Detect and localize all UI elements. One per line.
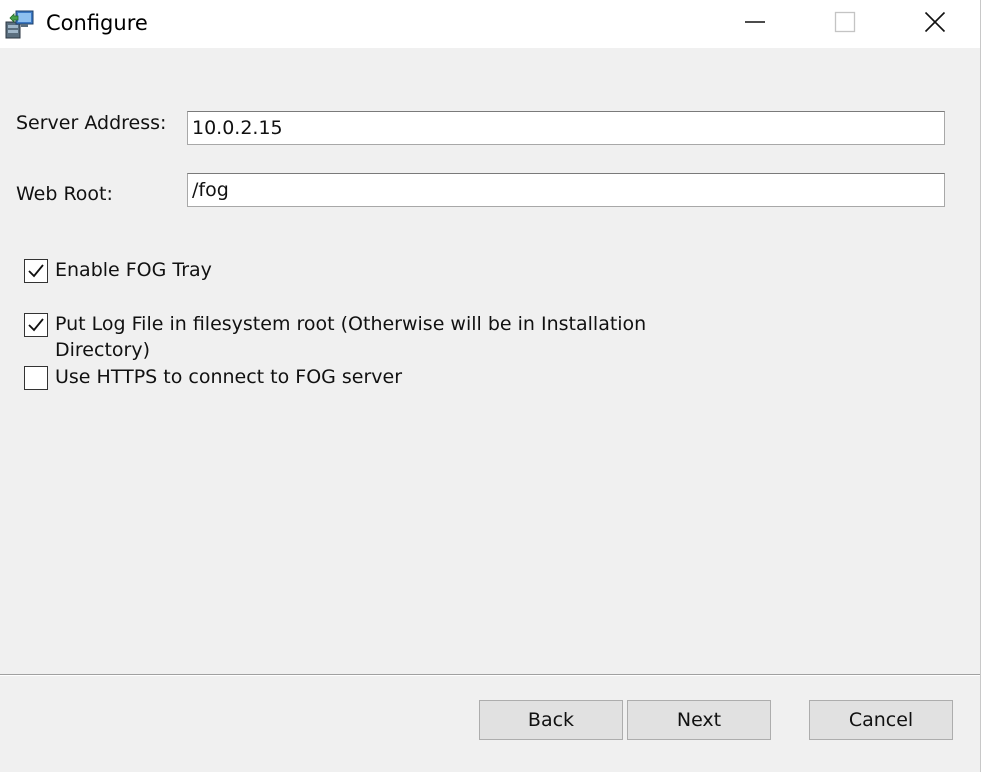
title-bar[interactable]: Configure <box>0 0 980 48</box>
use-https-checkbox[interactable] <box>24 366 48 390</box>
use-https-label: Use HTTPS to connect to FOG server <box>55 366 403 388</box>
checkmark-icon <box>28 264 44 278</box>
minimize-icon <box>744 11 766 37</box>
server-address-label: Server Address: <box>16 112 167 134</box>
desktop-background <box>980 0 987 772</box>
installer-app-icon <box>4 8 36 40</box>
configure-window: Configure Server Address: Web Root: <box>0 0 980 772</box>
enable-fog-tray-label: Enable FOG Tray <box>55 259 212 281</box>
log-file-root-label: Put Log File in filesystem root (Otherwi… <box>55 313 647 361</box>
minimize-button[interactable] <box>710 0 800 48</box>
cancel-button[interactable]: Cancel <box>809 700 953 740</box>
log-file-root-option[interactable]: Put Log File in filesystem root (Otherwi… <box>24 313 655 363</box>
maximize-button[interactable] <box>800 0 890 48</box>
enable-fog-tray-checkbox[interactable] <box>24 259 48 283</box>
window-title: Configure <box>46 11 148 35</box>
checkmark-icon <box>28 318 44 332</box>
back-button[interactable]: Back <box>479 700 623 740</box>
next-button[interactable]: Next <box>627 700 771 740</box>
footer-separator <box>0 674 980 676</box>
log-file-root-checkbox[interactable] <box>24 313 48 337</box>
web-root-input[interactable] <box>187 173 945 207</box>
close-button[interactable] <box>890 0 980 48</box>
enable-fog-tray-option[interactable]: Enable FOG Tray <box>24 259 212 283</box>
web-root-label: Web Root: <box>16 183 113 205</box>
use-https-option[interactable]: Use HTTPS to connect to FOG server <box>24 366 402 390</box>
maximize-icon <box>834 11 856 37</box>
server-address-input[interactable] <box>187 111 945 145</box>
close-icon <box>924 11 946 37</box>
